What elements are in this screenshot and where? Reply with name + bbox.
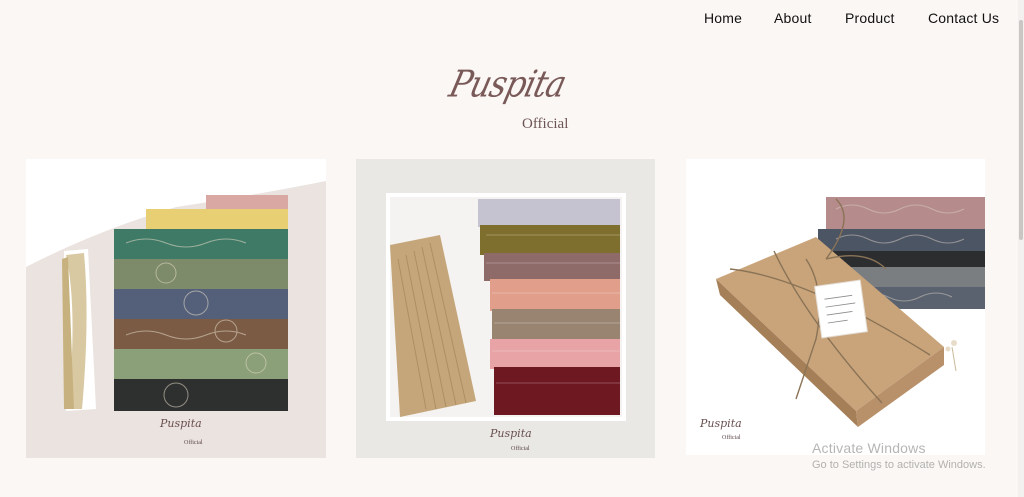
brand-logo: Puspita Official: [440, 58, 600, 138]
nav-about-link[interactable]: About: [774, 10, 812, 26]
activate-windows-notice: Activate Windows Go to Settings to activ…: [812, 440, 986, 471]
hijab-stack-floral-image: [26, 159, 326, 458]
product-image-2[interactable]: Puspita Official: [356, 159, 655, 458]
activate-windows-subtitle: Go to Settings to activate Windows.: [812, 459, 986, 471]
hijab-stack-pleated-image: [356, 159, 655, 458]
nav-contact-link[interactable]: Contact Us: [928, 10, 999, 26]
nav-home-link[interactable]: Home: [704, 10, 742, 26]
product-watermark-sub-2: Official: [511, 446, 530, 452]
product-image-1[interactable]: Puspita Official: [26, 159, 326, 458]
scrollbar-thumb[interactable]: [1019, 20, 1023, 240]
nav-product-link[interactable]: Product: [845, 10, 895, 26]
top-nav: Home About Product Contact Us: [0, 0, 1024, 38]
gift-box-hijab-image: [686, 159, 985, 455]
gift-tag-icon: [814, 279, 868, 339]
activate-windows-title: Activate Windows: [812, 440, 926, 456]
product-image-3[interactable]: Puspita Official: [686, 159, 985, 455]
product-watermark-3: Puspita: [700, 417, 742, 430]
brand-logo-subtitle: Official: [522, 116, 569, 132]
brand-logo-script: Puspita: [445, 62, 571, 106]
product-watermark-1: Puspita: [160, 417, 202, 430]
page-scrollbar[interactable]: [1018, 0, 1024, 497]
product-watermark-2: Puspita: [490, 427, 532, 440]
product-watermark-sub-1: Official: [184, 440, 203, 446]
product-watermark-sub-3: Official: [722, 435, 741, 441]
